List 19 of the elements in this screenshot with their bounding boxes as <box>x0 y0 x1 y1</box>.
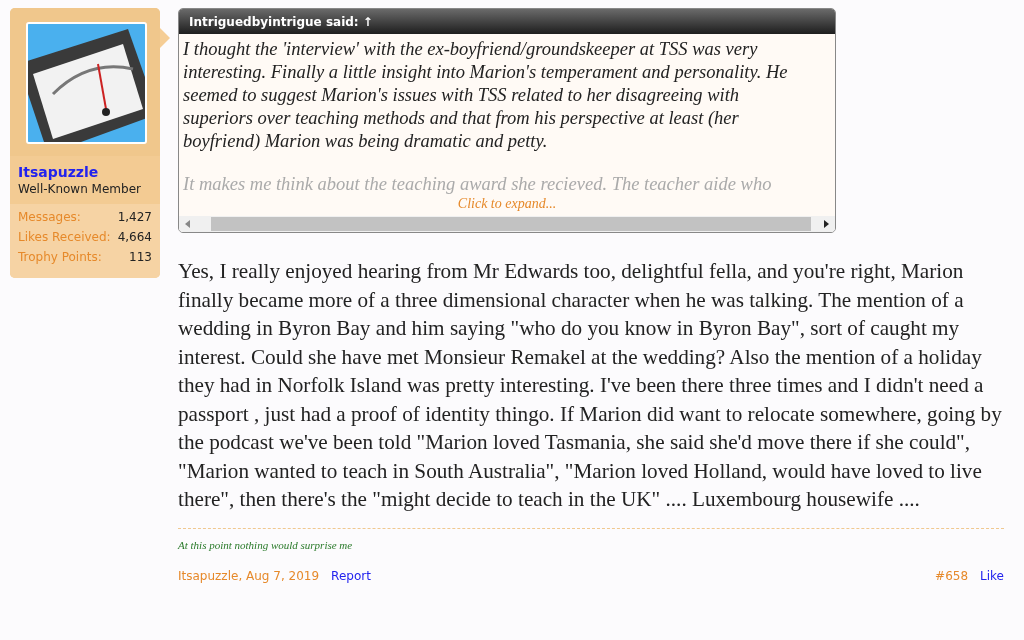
stat-label: Trophy Points: <box>18 250 102 264</box>
stat-label: Messages: <box>18 210 81 224</box>
username-link[interactable]: Itsapuzzle <box>18 164 152 180</box>
quote-text: I thought the 'interview' with the ex-boyfriend/groundskeeper at TSS was very interesting. Finally a little insight into Marion's temperament and personality. He seemed to suggest Marion's issues with TSS related to her disagreeing with superiors over teaching methods and that from his perspective at least (her boyfriend) Marion was being dramatic and petty. <box>183 38 789 153</box>
quote-author: Intriguedbyintrigue said: <box>189 14 359 29</box>
stat-value: 4,664 <box>117 230 152 244</box>
user-title: Well-Known Member <box>18 182 142 196</box>
quote-text: It makes me think about the teaching award she recieved. The teacher aide who <box>183 173 773 196</box>
stat-value: 1,427 <box>117 210 152 224</box>
stat-label: Likes Received: <box>18 230 111 244</box>
scroll-left-icon[interactable] <box>183 219 193 229</box>
message-text: Yes, I really enjoyed hearing from Mr Edwards too, delightful fella, and you're right, Marion finally became more of a three dimensional character when he was talking. The mention of a wedding in Byron Bay and him saying "who do you know in Byron Bay", sort of caught my interest. Could she have met Monsieur Remakel at the wedding? Also the mention of a holiday they had in Norfolk Island was pretty interesting. I've been there three times and I didn't need a passport , just had a proof of identity thingo. If Marion did want to relocate somewhere, going by the podcast we've been told "Marion loved Tasmania, she said she'd move there if she could", "Marion wanted to teach in South Australia", "Marion loved Holland, would have loved to live there", then there's the "might decide to teach in the UK" .... Luxembourg housewife .... <box>178 258 1003 513</box>
like-link[interactable]: Like <box>980 568 1004 583</box>
stat-value: 113 <box>129 250 152 264</box>
report-link[interactable]: Report <box>331 568 371 583</box>
signature-text: At this point nothing would surprise me <box>178 538 353 551</box>
horizontal-scrollbar[interactable] <box>179 216 835 232</box>
jump-arrow-link[interactable]: ↑ <box>362 14 373 29</box>
scroll-right-icon[interactable] <box>821 219 831 229</box>
